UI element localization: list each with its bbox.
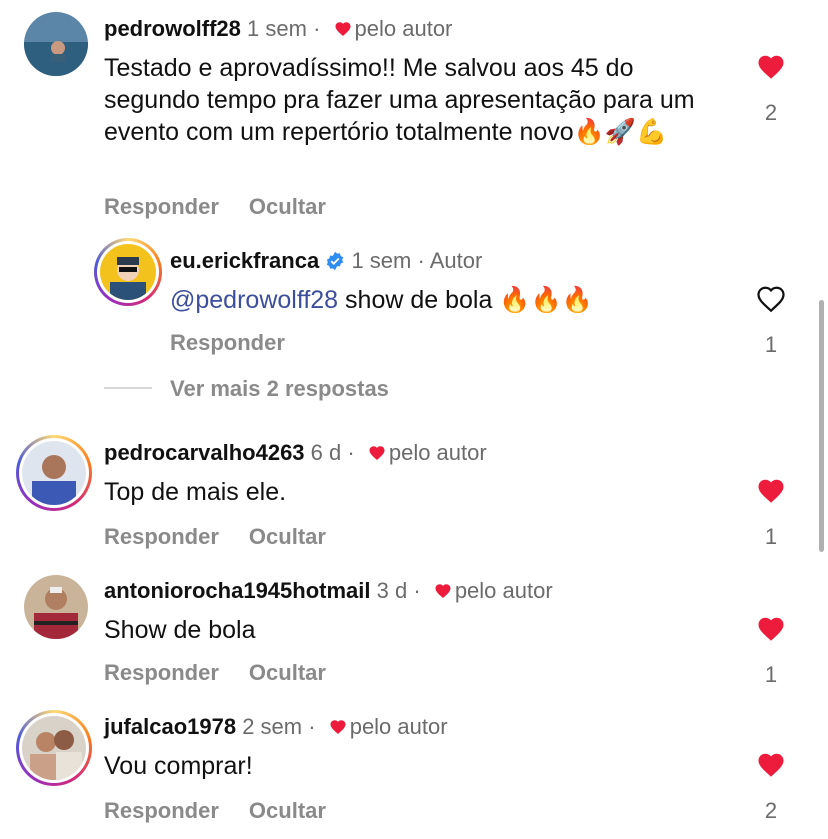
- timestamp: 2 sem: [242, 714, 303, 739]
- reply-button[interactable]: Responder: [104, 798, 219, 823]
- reply-button[interactable]: Responder: [170, 330, 285, 355]
- liked-by-author-label: pelo autor: [388, 440, 487, 465]
- comment-header: pedrowolff28 1 sem · pelo autor: [104, 16, 452, 42]
- hide-button[interactable]: Ocultar: [249, 798, 326, 823]
- timestamp: 1 sem: [247, 16, 307, 41]
- scrollbar[interactable]: [819, 300, 824, 552]
- timestamp: 1 sem: [351, 248, 412, 273]
- like-count: 2: [764, 798, 778, 823]
- comment-header: pedrocarvalho4263 6 d · pelo autor: [104, 440, 487, 466]
- separator: ·: [308, 714, 316, 739]
- username[interactable]: pedrowolff28: [104, 16, 241, 41]
- username[interactable]: antoniorocha1945hotmail: [104, 578, 371, 603]
- reply-body: show de bola: [345, 286, 493, 314]
- comment-text: Top de mais ele.: [104, 478, 287, 506]
- timestamp: 6 d: [310, 440, 342, 465]
- comment-actions: Responder Ocultar: [104, 524, 356, 550]
- reply-text: @pedrowolff28 show de bola 🔥🔥🔥: [170, 284, 730, 316]
- timestamp: 3 d: [376, 578, 408, 603]
- comment-actions: Responder Ocultar: [104, 798, 356, 824]
- heart-filled-icon[interactable]: [754, 750, 788, 780]
- heart-outline-icon[interactable]: [754, 284, 788, 314]
- reply-header: eu.erickfranca 1 sem · Autor: [170, 248, 482, 274]
- separator: ·: [313, 16, 321, 41]
- emoji: 🔥🔥🔥: [499, 285, 593, 314]
- avatar[interactable]: [24, 12, 88, 76]
- reply-button[interactable]: Responder: [104, 660, 219, 685]
- heart-filled-icon: [330, 720, 346, 735]
- hide-button[interactable]: Ocultar: [249, 194, 326, 219]
- separator: ·: [413, 578, 421, 603]
- liked-by-author-label: pelo autor: [454, 578, 553, 603]
- reply-button[interactable]: Responder: [104, 524, 219, 549]
- liked-by-author-label: pelo autor: [349, 714, 448, 739]
- avatar[interactable]: [94, 238, 162, 306]
- mention-link[interactable]: @pedrowolff28: [170, 286, 338, 314]
- comment-header: jufalcao1978 2 sem · pelo autor: [104, 714, 448, 740]
- heart-filled-icon[interactable]: [754, 52, 788, 82]
- hide-button[interactable]: Ocultar: [249, 660, 326, 685]
- username[interactable]: jufalcao1978: [104, 714, 236, 739]
- reply-actions: Responder: [170, 330, 315, 356]
- comment-text: Show de bola: [104, 616, 256, 644]
- avatar[interactable]: [24, 575, 88, 639]
- username[interactable]: eu.erickfranca: [170, 248, 319, 273]
- view-more-replies-button[interactable]: Ver mais 2 respostas: [170, 376, 389, 402]
- verified-badge-icon: [327, 251, 344, 271]
- comment-actions: Responder Ocultar: [104, 194, 356, 220]
- avatar[interactable]: [16, 435, 92, 511]
- like-count: 2: [764, 100, 778, 125]
- comment-text: Testado e aprovadíssimo!! Me salvou aos …: [104, 52, 724, 148]
- avatar[interactable]: [16, 710, 92, 786]
- reply-button[interactable]: Responder: [104, 194, 219, 219]
- hide-button[interactable]: Ocultar: [249, 524, 326, 549]
- separator: ·: [347, 440, 355, 465]
- heart-filled-icon: [335, 22, 351, 37]
- comment-header: antoniorocha1945hotmail 3 d · pelo autor: [104, 578, 553, 604]
- username[interactable]: pedrocarvalho4263: [104, 440, 305, 465]
- comment-text: Vou comprar!: [104, 752, 253, 780]
- comment-actions: Responder Ocultar: [104, 660, 356, 686]
- liked-by-author-label: pelo autor: [354, 16, 453, 41]
- heart-filled-icon: [369, 446, 385, 461]
- heart-filled-icon[interactable]: [754, 476, 788, 506]
- like-count: 1: [764, 524, 778, 549]
- separator: ·: [417, 248, 425, 273]
- author-label: Autor: [429, 248, 483, 273]
- heart-filled-icon: [435, 584, 451, 599]
- like-count: 1: [764, 332, 778, 357]
- heart-filled-icon[interactable]: [754, 614, 788, 644]
- emoji: 🔥🚀💪: [573, 117, 668, 146]
- divider: [104, 387, 152, 389]
- like-count: 1: [764, 662, 778, 687]
